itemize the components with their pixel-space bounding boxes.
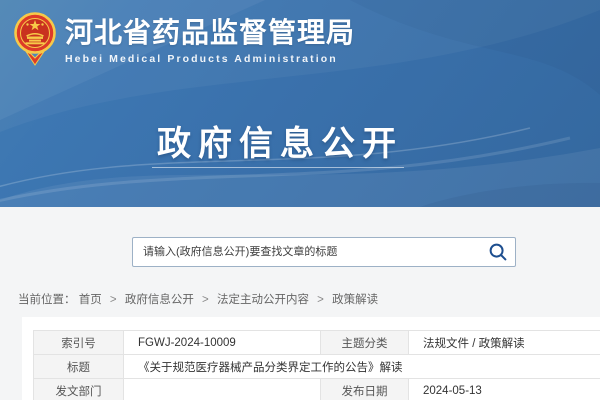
document-info-table: 索引号 FGWJ-2024-10009 主题分类 法规文件 / 政策解读 标题 … [33, 330, 600, 400]
agency-name-cn: 河北省药品监督管理局 [65, 18, 355, 49]
header-banner: 河北省药品监督管理局 Hebei Medical Products Admini… [0, 0, 600, 207]
breadcrumb-separator: > [202, 294, 209, 306]
breadcrumb-item-info-disclosure[interactable]: 政府信息公开 [125, 294, 194, 306]
document-panel: 索引号 FGWJ-2024-10009 主题分类 法规文件 / 政策解读 标题 … [22, 317, 600, 400]
breadcrumb-item-policy-interpretation: 政策解读 [332, 294, 378, 306]
agency-name-en: Hebei Medical Products Administration [65, 53, 355, 65]
page: 河北省药品监督管理局 Hebei Medical Products Admini… [0, 0, 600, 400]
breadcrumb: 当前位置： 首页 > 政府信息公开 > 法定主动公开内容 > 政策解读 [18, 291, 378, 307]
publish-date-value: 2024-05-13 [409, 379, 600, 400]
search-input[interactable] [133, 238, 481, 266]
topic-category-label: 主题分类 [321, 331, 409, 355]
breadcrumb-separator: > [317, 294, 324, 306]
table-row: 标题 《关于规范医疗器械产品分类界定工作的公告》解读 [34, 355, 600, 379]
publish-date-label: 发布日期 [321, 379, 409, 400]
site-logo[interactable]: 河北省药品监督管理局 Hebei Medical Products Admini… [13, 8, 355, 68]
breadcrumb-item-statutory-content[interactable]: 法定主动公开内容 [217, 294, 309, 306]
table-row: 索引号 FGWJ-2024-10009 主题分类 法规文件 / 政策解读 [34, 331, 600, 355]
search-box [132, 237, 516, 267]
title-value: 《关于规范医疗器械产品分类界定工作的公告》解读 [124, 355, 600, 379]
banner-title-underline [152, 167, 404, 168]
search-icon [488, 242, 508, 262]
breadcrumb-separator: > [110, 294, 117, 306]
issuing-department-label: 发文部门 [34, 379, 124, 400]
search-button[interactable] [481, 238, 515, 266]
topic-category-value: 法规文件 / 政策解读 [409, 331, 600, 355]
breadcrumb-item-home[interactable]: 首页 [79, 294, 102, 306]
agency-names: 河北省药品监督管理局 Hebei Medical Products Admini… [65, 8, 355, 65]
title-label: 标题 [34, 355, 124, 379]
page-title: 政府信息公开 [60, 116, 500, 165]
index-number-value: FGWJ-2024-10009 [124, 331, 321, 355]
national-emblem-icon [13, 8, 57, 68]
content-area: 当前位置： 首页 > 政府信息公开 > 法定主动公开内容 > 政策解读 索引号 … [0, 207, 600, 400]
index-number-label: 索引号 [34, 331, 124, 355]
table-row: 发文部门 发布日期 2024-05-13 [34, 379, 600, 400]
issuing-department-value [124, 379, 321, 400]
breadcrumb-label: 当前位置： [18, 294, 76, 306]
